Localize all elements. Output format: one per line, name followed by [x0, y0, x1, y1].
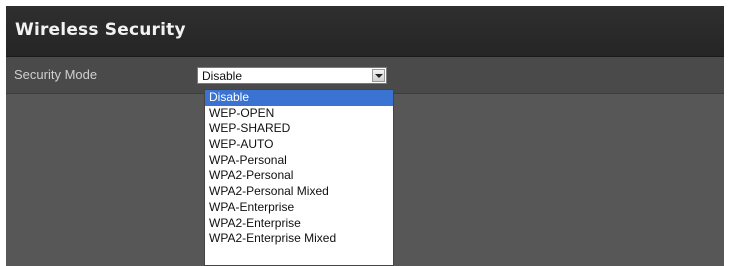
dropdown-option-wpa2-personal[interactable]: WPA2-Personal — [205, 168, 393, 184]
security-mode-select[interactable]: Disable — [197, 67, 387, 84]
dropdown-option-wep-auto[interactable]: WEP-AUTO — [205, 137, 393, 153]
dropdown-arrow-button[interactable] — [372, 69, 385, 82]
security-mode-select-value: Disable — [202, 69, 243, 83]
wireless-security-panel: Wireless Security Security Mode Disable … — [6, 6, 724, 266]
dropdown-option-wep-shared[interactable]: WEP-SHARED — [205, 121, 393, 137]
section-header: Wireless Security — [6, 6, 724, 57]
dropdown-option-wpa2-personal-mixed[interactable]: WPA2-Personal Mixed — [205, 184, 393, 200]
dropdown-option-disable[interactable]: Disable — [205, 90, 393, 106]
dropdown-option-wep-open[interactable]: WEP-OPEN — [205, 106, 393, 122]
dropdown-option-wpa2-enterprise[interactable]: WPA2-Enterprise — [205, 216, 393, 232]
dropdown-option-wpa2-enterprise-mixed[interactable]: WPA2-Enterprise Mixed — [205, 231, 393, 247]
security-mode-dropdown-list: Disable WEP-OPEN WEP-SHARED WEP-AUTO WPA… — [204, 89, 394, 266]
chevron-down-icon — [375, 74, 383, 78]
section-title: Wireless Security — [15, 20, 186, 40]
security-mode-label: Security Mode — [14, 67, 98, 82]
dropdown-option-wpa-enterprise[interactable]: WPA-Enterprise — [205, 200, 393, 216]
dropdown-option-wpa-personal[interactable]: WPA-Personal — [205, 153, 393, 169]
